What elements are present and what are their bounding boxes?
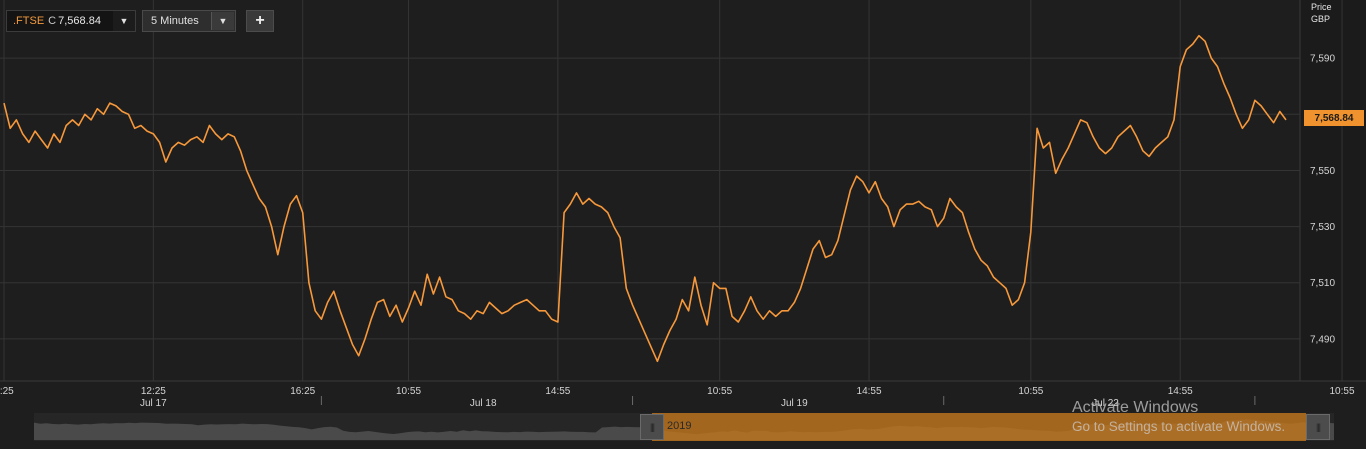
y-tick-label: 7,550 <box>1310 166 1335 177</box>
x-tick-label: 14:55 <box>545 386 570 397</box>
navigator-left-handle[interactable]: ||| <box>640 414 664 440</box>
price-chart[interactable]: 7,490 7,510 7,530 7,550 7,590 8:25 12:25Jul 17… <box>0 0 1366 449</box>
x-tick-label: 14:55 <box>1168 386 1193 397</box>
y-tick-label: 7,530 <box>1310 222 1335 233</box>
x-tick-label: 10:55 <box>1018 386 1043 397</box>
symbol-last-value: 7,568.84 <box>58 15 101 27</box>
y-tick-label: 7,490 <box>1310 334 1335 345</box>
interval-selector[interactable]: 5 Minutes ▼ <box>142 10 236 32</box>
price-series-line[interactable] <box>3 34 1287 363</box>
x-tick-label: 10:55 <box>1329 386 1354 397</box>
x-tick-label: 10:55 <box>707 386 732 397</box>
last-price-badge: 7,568.84 <box>1304 110 1364 126</box>
dropdown-arrow-icon[interactable]: ▼ <box>113 11 135 31</box>
plus-icon[interactable]: + <box>246 10 274 32</box>
x-tick-label: 14:55 <box>857 386 882 397</box>
x-tick-label: 12:25 <box>141 386 166 397</box>
navigator-selection[interactable] <box>652 413 1306 441</box>
chart-app: 7,490 7,510 7,530 7,550 7,590 8:25 12:25Jul 17… <box>0 0 1366 449</box>
x-tick-label: 10:55 <box>396 386 421 397</box>
y-tick-label: 7,590 <box>1310 54 1335 65</box>
x-date-label: Jul 17 <box>140 398 167 409</box>
interval-label: 5 Minutes <box>151 15 199 27</box>
price-axis-title: Price <box>1311 2 1332 12</box>
x-date-label: Jul 18 <box>470 398 497 409</box>
close-flag: C <box>48 15 57 27</box>
chart-toolbar: .FTSE C 7,568.84 ▼ 5 Minutes ▼ + <box>6 10 274 32</box>
navigator-grip-icon: ||| <box>1315 422 1321 432</box>
y-tick-label: 7,510 <box>1310 278 1335 289</box>
price-axis-currency: GBP <box>1311 14 1331 24</box>
navigator-year-label: 2019 <box>667 420 692 432</box>
x-date-label: Jul 22 <box>1092 398 1119 409</box>
navigator-grip-icon: ||| <box>649 422 655 432</box>
x-tick-label: 8:25 <box>0 386 14 397</box>
navigator-right-handle[interactable]: ||| <box>1306 414 1330 440</box>
dropdown-arrow-icon[interactable]: ▼ <box>211 12 234 30</box>
x-tick-label: 16:25 <box>290 386 315 397</box>
symbol-name: .FTSE <box>13 15 45 27</box>
symbol-selector[interactable]: .FTSE C 7,568.84 ▼ <box>6 10 136 32</box>
x-date-label: Jul 19 <box>781 398 808 409</box>
